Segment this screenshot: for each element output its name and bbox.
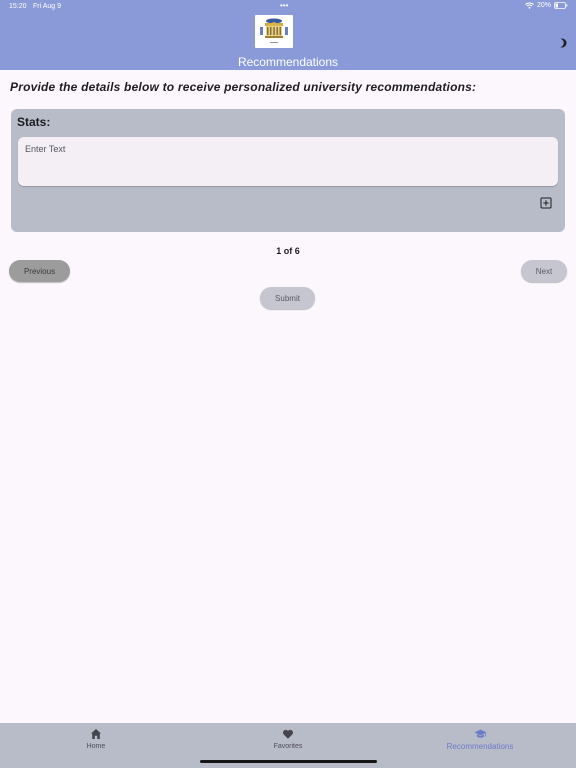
battery-icon xyxy=(554,2,568,9)
add-box-icon[interactable] xyxy=(540,196,552,209)
nav-item-recommendations[interactable]: Recommendations xyxy=(430,728,530,758)
home-indicator[interactable] xyxy=(200,760,377,763)
next-button[interactable]: Next xyxy=(521,260,567,282)
multitasking-dots[interactable]: ••• xyxy=(280,1,288,10)
stats-card: Stats: Enter Text xyxy=(11,109,565,232)
stats-input[interactable]: Enter Text xyxy=(18,137,558,186)
status-indicators: 20% xyxy=(525,2,568,9)
graduation-cap-icon xyxy=(430,728,530,740)
status-bar: 15:20 Fri Aug 9 ••• 20% xyxy=(0,0,576,14)
status-date: Fri Aug 9 xyxy=(33,3,62,10)
moon-icon[interactable] xyxy=(555,36,568,48)
section-title: Stats: xyxy=(17,115,51,129)
nav-label-favorites: Favorites xyxy=(273,743,303,750)
wifi-icon xyxy=(525,2,534,9)
previous-button[interactable]: Previous xyxy=(9,260,70,282)
submit-button[interactable]: Submit xyxy=(260,287,315,309)
university-logo xyxy=(255,15,293,48)
heart-icon xyxy=(238,728,338,740)
instructions-text: Provide the details below to receive per… xyxy=(10,80,477,94)
nav-label-recommendations: Recommendations xyxy=(446,742,514,751)
app-header: 15:20 Fri Aug 9 ••• 20% Recommendations xyxy=(0,0,576,70)
page-indicator: 1 of 6 xyxy=(276,246,300,256)
nav-item-home[interactable]: Home xyxy=(46,728,146,758)
nav-item-favorites[interactable]: Favorites xyxy=(238,728,338,758)
input-placeholder: Enter Text xyxy=(25,144,66,154)
home-icon xyxy=(46,728,146,740)
battery-percent: 20% xyxy=(536,2,551,9)
page-title: Recommendations xyxy=(237,55,339,69)
nav-label-home: Home xyxy=(86,743,106,750)
status-time: 15:20 xyxy=(9,3,27,10)
